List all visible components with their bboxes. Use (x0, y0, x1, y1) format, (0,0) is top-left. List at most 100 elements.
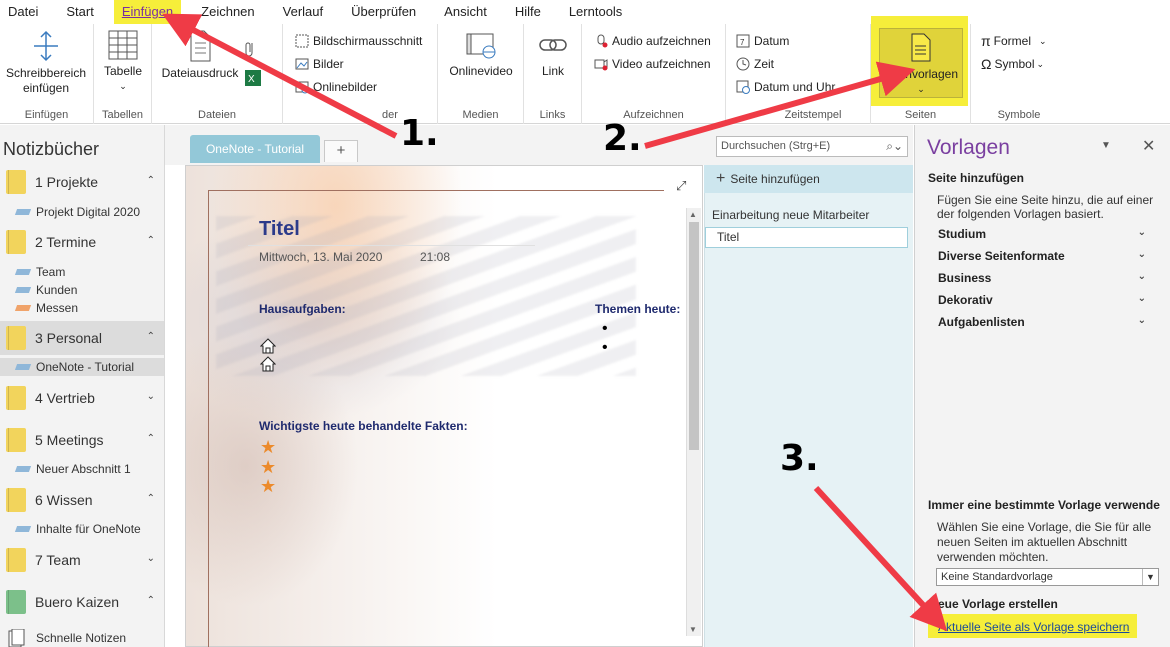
table-button[interactable]: Tabelle ⌄ (100, 30, 146, 94)
section-item[interactable]: Kunden (0, 281, 164, 299)
save-as-template-link[interactable]: Aktuelle Seite als Vorlage speichern (938, 620, 1129, 634)
template-category-diverse[interactable]: Diverse Seitenformate ⌄ (938, 249, 1148, 263)
section-item[interactable]: Team (0, 263, 164, 281)
link-button[interactable]: Link (530, 30, 576, 79)
collapse-icon[interactable]: ⌃ (147, 331, 155, 342)
section-item[interactable]: Projekt Digital 2020 (0, 203, 164, 221)
scroll-up-icon[interactable]: ▲ (689, 210, 697, 219)
scrollbar-thumb[interactable] (689, 222, 699, 450)
menu-tab-datei[interactable]: Datei (0, 0, 52, 24)
group-label-tabellen: Tabellen (102, 109, 143, 121)
expand-icon[interactable]: ⌄ (147, 553, 155, 564)
chevron-down-icon: ⌄ (1137, 227, 1146, 238)
quick-notes-item[interactable]: Schnelle Notizen (0, 629, 164, 647)
expand-page-icon[interactable]: ⤢ (676, 178, 686, 194)
equation-button[interactable]: π Formel ⌄ (981, 32, 1047, 50)
close-icon[interactable]: ✕ (1142, 136, 1155, 156)
page-list-item[interactable]: Einarbeitung neue Mitarbeiter (712, 208, 869, 222)
template-category-business[interactable]: Business ⌄ (938, 271, 1148, 285)
home-icon (260, 338, 276, 354)
section-label: OneNote - Tutorial (36, 360, 135, 374)
section-item[interactable]: Messen (0, 299, 164, 317)
section-icon (14, 364, 32, 370)
template-category-studium[interactable]: Studium ⌄ (938, 227, 1148, 241)
symbol-button[interactable]: Ω Symbol ⌄ (981, 55, 1044, 73)
chevron-down-icon[interactable]: ▼ (1142, 569, 1158, 585)
menu-tab-hilfe[interactable]: Hilfe (501, 0, 555, 24)
file-printout-button[interactable]: Dateiausdruck (160, 30, 240, 81)
menu-tab-lerntools[interactable]: Lerntools (555, 0, 636, 24)
page-template-icon (911, 33, 931, 62)
screen-clipping-icon (295, 34, 309, 48)
tab-onenote-tutorial[interactable]: OneNote - Tutorial (190, 135, 320, 163)
ribbon-group-medien: Onlinevideo Medien (438, 24, 524, 124)
template-category-aufgabenlisten[interactable]: Aufgabenlisten ⌄ (938, 315, 1148, 329)
page-title[interactable]: Titel (259, 218, 300, 241)
screen-clipping-button[interactable]: Bildschirmausschnitt (295, 32, 422, 50)
omega-icon: Ω (981, 56, 992, 72)
ribbon-group-tabellen: Tabelle ⌄ Tabellen (94, 24, 152, 124)
menu-tab-start[interactable]: Start (52, 0, 107, 24)
section-item[interactable]: OneNote - Tutorial (0, 358, 164, 376)
menu-tab-verlauf[interactable]: Verlauf (269, 0, 337, 24)
default-template-select[interactable]: Keine Standardvorlage (936, 568, 1159, 586)
spreadsheet-icon[interactable]: X (245, 70, 261, 86)
notebook-item[interactable]: 6 Wissen ⌃ (0, 483, 164, 517)
collapse-icon[interactable]: ⌃ (147, 433, 155, 444)
notebook-item[interactable]: 3 Personal ⌃ (0, 321, 164, 355)
collapse-icon[interactable]: ⌃ (147, 175, 155, 186)
record-audio-button[interactable]: Audio aufzeichnen (594, 32, 711, 50)
pictures-button[interactable]: Bilder (295, 55, 344, 73)
online-pictures-button[interactable]: Onlinebilder (295, 78, 377, 96)
date-button[interactable]: 7 Datum (736, 32, 789, 50)
scroll-down-icon[interactable]: ▼ (689, 625, 697, 634)
expand-icon[interactable]: ⌄ (147, 391, 155, 402)
add-page-desc: Fügen Sie eine Seite hinzu, die auf eine… (937, 193, 1154, 207)
homework-heading[interactable]: Hausaufgaben: (259, 302, 346, 316)
time-button[interactable]: Zeit (736, 55, 774, 73)
notebook-item[interactable]: Buero Kaizen ⌃ (0, 585, 164, 619)
insert-space-button[interactable]: Schreibbereich einfügen (2, 30, 90, 96)
section-item[interactable]: Neuer Abschnitt 1 (0, 460, 164, 478)
add-page-button[interactable]: + Seite hinzufügen (704, 165, 913, 193)
notebook-item[interactable]: 5 Meetings ⌃ (0, 423, 164, 457)
notebook-item[interactable]: 2 Termine ⌃ (0, 225, 164, 259)
search-icon: ⌕⌄ (886, 139, 903, 153)
menu-tab-einfuegen[interactable]: Einfügen (113, 0, 182, 24)
ribbon-group-einfuegen: Schreibbereich einfügen Einfügen (0, 24, 94, 124)
notebook-item[interactable]: 7 Team ⌄ (0, 543, 164, 577)
page-templates-dropdown-icon: ⌄ (917, 84, 925, 94)
menu-tab-ansicht[interactable]: Ansicht (430, 0, 501, 24)
menu-tab-ueberpruefen[interactable]: Überprüfen (337, 0, 430, 24)
date-and-time-button[interactable]: Datum und Uhr (736, 78, 835, 96)
collapse-icon[interactable]: ⌃ (147, 235, 155, 246)
search-input[interactable]: Durchsuchen (Strg+E) ⌕⌄ (716, 136, 908, 157)
topics-heading[interactable]: Themen heute: (595, 302, 680, 316)
collapse-icon[interactable]: ⌃ (147, 493, 155, 504)
attach-icon[interactable] (244, 40, 256, 58)
page-time: 21:08 (420, 250, 451, 264)
facts-heading[interactable]: Wichtigste heute behandelte Fakten: (259, 419, 468, 433)
bullet-icon: • (602, 320, 608, 337)
screen-clipping-label: Bildschirmausschnitt (313, 34, 423, 48)
online-picture-icon (295, 81, 309, 94)
online-video-button[interactable]: Onlinevideo (444, 30, 518, 79)
ribbon-group-seiten: envorlagen ⌄ Seiten (871, 16, 971, 124)
section-icon (14, 526, 32, 532)
quick-notes-icon (8, 629, 25, 647)
pane-options-icon[interactable]: ▼ (1101, 140, 1111, 151)
symbol-label: Symbol (994, 57, 1035, 71)
default-template-desc: neuen Seiten im aktuellen Abschnitt (937, 535, 1128, 549)
menu-tab-zeichnen[interactable]: Zeichnen (187, 0, 268, 24)
notebook-item[interactable]: 1 Projekte ⌃ (0, 165, 164, 199)
add-section-tab[interactable]: + (324, 140, 358, 162)
record-video-button[interactable]: Video aufzeichnen (594, 55, 711, 73)
collapse-icon[interactable]: ⌃ (147, 595, 155, 606)
page-list-item-selected[interactable]: Titel (705, 227, 908, 248)
notebook-item[interactable]: 4 Vertrieb ⌄ (0, 381, 164, 415)
star-icon: ★ (260, 476, 277, 496)
page-templates-button[interactable]: envorlagen ⌄ (879, 28, 963, 98)
template-category-dekorativ[interactable]: Dekorativ ⌄ (938, 293, 1148, 307)
link-label: Link (541, 64, 564, 78)
section-item[interactable]: Inhalte für OneNote (0, 520, 164, 538)
